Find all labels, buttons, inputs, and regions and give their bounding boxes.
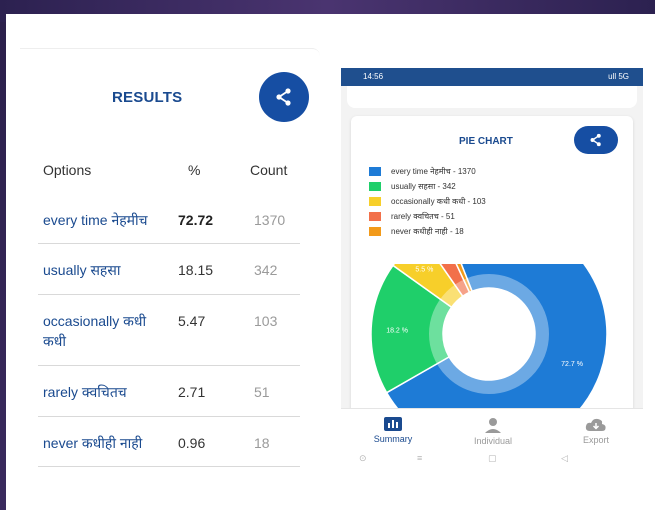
table-row: rarely क्वचितच 2.71 51: [38, 366, 300, 417]
row-percent: 72.72: [178, 212, 214, 228]
nav-summary-label: Summary: [373, 434, 413, 444]
row-option: rarely क्वचितच: [43, 384, 127, 400]
back-icon[interactable]: ◁: [561, 453, 568, 464]
legend-swatch: [369, 197, 381, 206]
nav-individual-label: Individual: [473, 436, 513, 446]
legend-swatch: [369, 212, 381, 221]
home-icon[interactable]: ▢: [488, 453, 497, 464]
donut-chart: 72.7 % 18.2 % 5.5 %: [370, 264, 608, 414]
header-percent: %: [188, 162, 201, 178]
slice-label: 5.5 %: [415, 267, 433, 274]
legend-label: occasionally कधी कधी - 103: [391, 197, 486, 206]
pie-chart-title: PIE CHART: [459, 136, 513, 147]
row-percent: 0.96: [178, 435, 206, 451]
row-option: never कधीही नाही: [43, 435, 143, 451]
row-count: 342: [254, 262, 278, 278]
recent-apps-icon[interactable]: ⊙: [359, 453, 367, 464]
share-icon: [276, 88, 291, 106]
donut-hole: [443, 288, 535, 380]
person-icon: [485, 418, 501, 433]
row-option: occasionally कधी कधी: [43, 313, 147, 349]
top-card: [347, 86, 637, 108]
cloud-download-icon: [585, 418, 606, 431]
row-option: usually सहसा: [43, 262, 121, 278]
menu-icon[interactable]: ≡: [417, 453, 422, 463]
legend-swatch: [369, 182, 381, 191]
nav-export-label: Export: [582, 435, 609, 445]
row-count: 103: [254, 313, 278, 329]
bar-chart-icon: [384, 417, 402, 431]
status-bar: 14:56 ull 5G: [341, 68, 643, 86]
legend-label: every time नेहमीच - 1370: [391, 167, 476, 176]
status-time: 14:56: [363, 72, 384, 81]
row-option: every time नेहमीच: [43, 212, 148, 228]
results-title: RESULTS: [112, 89, 183, 106]
share-button[interactable]: [259, 72, 309, 122]
legend-label: never कधीही नाही - 18: [391, 227, 464, 236]
header-options: Options: [43, 162, 92, 178]
pie-share-button[interactable]: [574, 126, 618, 154]
share-icon: [590, 133, 601, 147]
header-count: Count: [250, 162, 288, 178]
row-count: 18: [254, 435, 270, 451]
results-card-edge: [20, 48, 320, 56]
row-percent: 5.47: [178, 313, 206, 329]
slice-label: 72.7 %: [561, 361, 583, 368]
legend-swatch: [369, 227, 381, 236]
row-count: 1370: [254, 212, 286, 228]
slice-label: 18.2 %: [386, 327, 408, 334]
nav-export[interactable]: Export: [556, 417, 636, 445]
status-signal: ull 5G: [608, 72, 629, 81]
table-row: never कधीही नाही 0.96 18: [38, 417, 300, 467]
legend-label: usually सहसा - 342: [391, 182, 456, 191]
nav-summary[interactable]: Summary: [353, 417, 433, 444]
row-percent: 2.71: [178, 384, 206, 400]
row-count: 51: [254, 384, 270, 400]
bottom-nav: Summary Individual Export ⊙ ≡ ▢ ◁: [341, 408, 643, 470]
legend-swatch: [369, 167, 381, 176]
row-percent: 18.15: [178, 262, 214, 278]
table-row: usually सहसा 18.15 342: [38, 244, 300, 295]
nav-individual[interactable]: Individual: [453, 417, 533, 446]
table-row: occasionally कधी कधी 5.47 103: [38, 295, 300, 366]
phone-screen: 14:56 ull 5G PIE CHART every time नेहमीच…: [341, 68, 643, 470]
legend-label: rarely क्वचितच - 51: [391, 212, 455, 221]
table-row: every time नेहमीच 72.72 1370: [38, 196, 300, 244]
